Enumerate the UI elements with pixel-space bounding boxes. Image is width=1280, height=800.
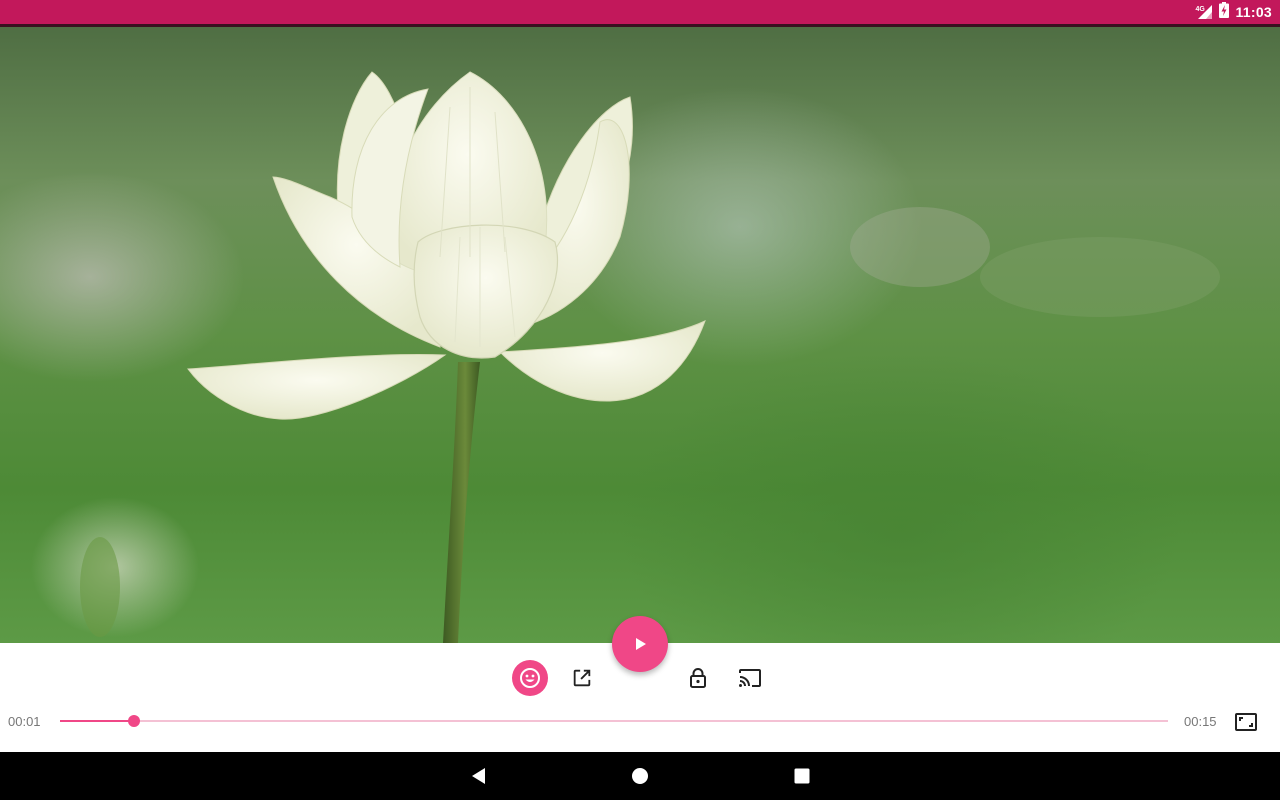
recents-icon xyxy=(794,768,810,784)
signal-icon: 4G xyxy=(1195,4,1213,20)
current-time: 00:01 xyxy=(8,714,41,729)
status-bar: 4G 11:03 xyxy=(0,0,1280,27)
emoji-icon xyxy=(520,668,540,688)
lock-icon xyxy=(690,668,706,688)
navigation-bar xyxy=(0,752,1280,800)
back-button[interactable] xyxy=(466,764,490,788)
lock-button[interactable] xyxy=(680,660,716,696)
play-icon xyxy=(636,638,646,650)
home-button[interactable] xyxy=(628,764,652,788)
video-surface[interactable] xyxy=(0,27,1280,643)
emoji-button[interactable] xyxy=(512,660,548,696)
seek-bar[interactable] xyxy=(60,715,1168,727)
back-icon xyxy=(472,768,485,784)
total-duration: 00:15 xyxy=(1184,714,1217,729)
fullscreen-icon xyxy=(1235,713,1257,731)
clock: 11:03 xyxy=(1235,4,1272,20)
fullscreen-button[interactable] xyxy=(1228,704,1264,740)
lotus-flower-image xyxy=(80,71,1220,643)
recents-button[interactable] xyxy=(790,764,814,788)
cast-icon xyxy=(739,669,761,687)
play-button[interactable] xyxy=(612,616,668,672)
home-icon xyxy=(632,768,648,784)
open-in-new-icon xyxy=(573,669,591,687)
seek-progress xyxy=(60,720,135,722)
cast-button[interactable] xyxy=(732,660,768,696)
open-external-button[interactable] xyxy=(564,660,600,696)
battery-charging-icon xyxy=(1219,1,1230,23)
status-icons: 4G 11:03 xyxy=(1195,0,1272,24)
